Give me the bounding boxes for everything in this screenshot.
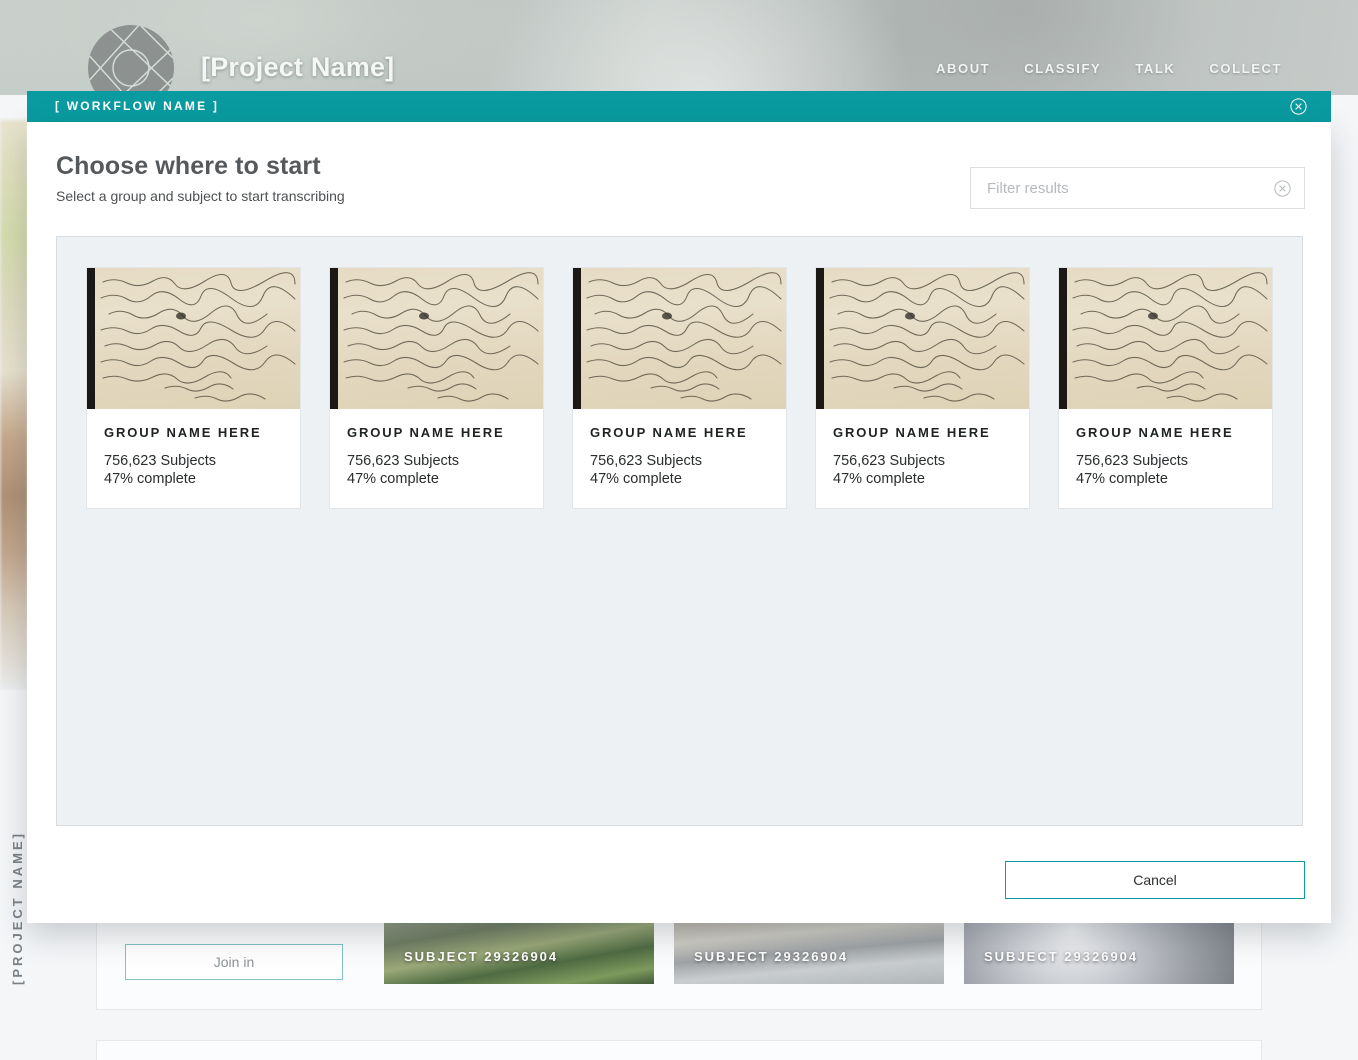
- group-subject-count: 756,623 Subjects: [104, 453, 217, 469]
- background-photo-strip: [0, 120, 28, 690]
- group-card-body: GROUP NAME HERE 756,623 Subjects 47% com…: [87, 409, 300, 508]
- group-progress: 47% complete: [590, 471, 682, 488]
- group-progress: 47% complete: [347, 471, 439, 488]
- workflow-bar: [ WORKFLOW NAME ]: [27, 91, 1331, 122]
- group-card-body: GROUP NAME HERE 756,623 Subjects 47% com…: [1059, 409, 1272, 508]
- group-card-body: GROUP NAME HERE 756,623 Subjects 47% com…: [330, 409, 543, 508]
- group-card[interactable]: GROUP NAME HERE 756,623 Subjects 47% com…: [815, 267, 1030, 510]
- choose-where-to-start-modal: Choose where to start Select a group and…: [27, 122, 1331, 923]
- subject-label: SUBJECT 29326904: [404, 949, 559, 964]
- group-card[interactable]: GROUP NAME HERE 756,623 Subjects 47% com…: [86, 267, 301, 510]
- workflow-name: [ WORKFLOW NAME ]: [55, 99, 220, 113]
- vertical-project-name: [PROJECT NAME]: [10, 831, 25, 985]
- nav-item-talk[interactable]: TALK: [1135, 61, 1175, 76]
- nav-item-collect[interactable]: COLLECT: [1209, 61, 1282, 76]
- group-progress: 47% complete: [833, 471, 925, 488]
- groups-panel: GROUP NAME HERE 756,623 Subjects 47% com…: [56, 236, 1303, 826]
- handwritten-manuscript-thumbnail: [330, 268, 543, 409]
- group-card[interactable]: GROUP NAME HERE 756,623 Subjects 47% com…: [329, 267, 544, 510]
- handwritten-manuscript-thumbnail: [87, 268, 300, 409]
- group-name: GROUP NAME HERE: [104, 425, 262, 440]
- group-card-body: GROUP NAME HERE 756,623 Subjects 47% com…: [816, 409, 1029, 508]
- background-section-card-lower: [96, 1040, 1262, 1060]
- page-title: Choose where to start: [56, 152, 321, 180]
- subject-label: SUBJECT 29326904: [694, 949, 849, 964]
- handwritten-manuscript-thumbnail: [816, 268, 1029, 409]
- group-subject-count: 756,623 Subjects: [347, 453, 460, 469]
- cancel-button[interactable]: Cancel: [1005, 861, 1305, 899]
- group-name: GROUP NAME HERE: [1076, 425, 1234, 440]
- group-name: GROUP NAME HERE: [833, 425, 991, 440]
- main-nav: ABOUT CLASSIFY TALK COLLECT: [936, 61, 1282, 76]
- group-subject-count: 756,623 Subjects: [1076, 453, 1189, 469]
- clear-circle-icon[interactable]: [1274, 180, 1291, 197]
- group-progress: 47% complete: [104, 471, 196, 488]
- handwritten-manuscript-thumbnail: [573, 268, 786, 409]
- modal-footer: Cancel: [27, 827, 1331, 923]
- subject-thumbnail[interactable]: SUBJECT 29326904: [384, 922, 654, 984]
- project-title: [Project Name]: [201, 52, 395, 82]
- nav-item-classify[interactable]: CLASSIFY: [1024, 61, 1101, 76]
- site-header: [Project Name] ABOUT CLASSIFY TALK COLLE…: [0, 0, 1358, 95]
- group-grid: GROUP NAME HERE 756,623 Subjects 47% com…: [86, 267, 1273, 510]
- group-name: GROUP NAME HERE: [347, 425, 505, 440]
- subject-thumbnail[interactable]: SUBJECT 29326904: [964, 922, 1234, 984]
- search-input[interactable]: [987, 168, 1257, 208]
- nav-item-about[interactable]: ABOUT: [936, 61, 990, 76]
- group-card-body: GROUP NAME HERE 756,623 Subjects 47% com…: [573, 409, 786, 508]
- join-in-button[interactable]: Join in: [125, 944, 343, 980]
- group-subject-count: 756,623 Subjects: [833, 453, 946, 469]
- page-root: [Project Name] ABOUT CLASSIFY TALK COLLE…: [0, 0, 1358, 1060]
- page-subtitle: Select a group and subject to start tran…: [56, 188, 345, 204]
- group-name: GROUP NAME HERE: [590, 425, 748, 440]
- group-subject-count: 756,623 Subjects: [590, 453, 703, 469]
- handwritten-manuscript-thumbnail: [1059, 268, 1272, 409]
- subject-label: SUBJECT 29326904: [984, 949, 1139, 964]
- group-card[interactable]: GROUP NAME HERE 756,623 Subjects 47% com…: [572, 267, 787, 510]
- group-progress: 47% complete: [1076, 471, 1168, 488]
- group-card[interactable]: GROUP NAME HERE 756,623 Subjects 47% com…: [1058, 267, 1273, 510]
- project-logo-icon[interactable]: [88, 25, 174, 95]
- close-circle-icon[interactable]: [1290, 98, 1307, 115]
- subject-thumbnail[interactable]: SUBJECT 29326904: [674, 922, 944, 984]
- filter-results-field[interactable]: [970, 167, 1305, 209]
